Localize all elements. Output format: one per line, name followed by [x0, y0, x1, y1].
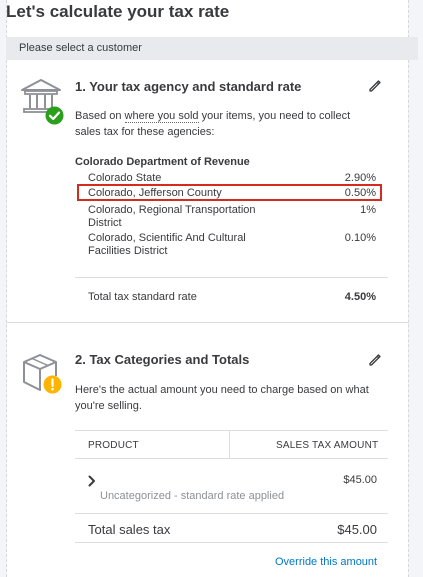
row-note: Uncategorized - standard rate applied — [100, 490, 285, 502]
table-top-border — [75, 430, 388, 431]
right-scroll-edge — [408, 0, 423, 577]
total-rate-label: Total tax standard rate — [88, 291, 197, 303]
chevron-right-icon[interactable] — [87, 474, 97, 487]
customer-select-label: Please select a customer — [19, 42, 142, 54]
table-header-border — [75, 458, 388, 459]
warning-circle-icon — [43, 375, 62, 394]
agency-name: Colorado Department of Revenue — [75, 156, 250, 168]
agency-description-line2: sales tax for these agencies: — [75, 126, 215, 138]
rate-value: 1% — [360, 204, 376, 216]
rate-name: Colorado, Regional Transportation Distri… — [88, 204, 256, 229]
total-sales-tax-value: $45.00 — [337, 522, 377, 537]
categories-section-title: 2. Tax Categories and Totals — [75, 352, 250, 367]
divider — [75, 277, 388, 278]
divider — [75, 542, 388, 543]
pencil-icon[interactable] — [367, 351, 383, 367]
left-page-edge — [0, 0, 7, 577]
total-rate-value: 4.50% — [344, 291, 376, 303]
categories-description-line2: you're selling. — [75, 400, 142, 412]
override-amount-link[interactable]: Override this amount — [275, 556, 377, 568]
sales-tax-column-header: SALES TAX AMOUNT — [276, 440, 379, 451]
section-divider — [6, 322, 409, 323]
divider — [75, 513, 388, 514]
total-sales-tax-label: Total sales tax — [88, 522, 171, 537]
page-title: Let's calculate your tax rate — [6, 2, 230, 21]
agency-description-suffix: your items, you need to collect — [198, 110, 351, 122]
check-circle-icon — [45, 106, 64, 125]
customer-select[interactable]: Please select a customer — [6, 37, 418, 60]
pencil-icon[interactable] — [367, 77, 383, 93]
agency-section-title: 1. Your tax agency and standard rate — [75, 79, 302, 94]
categories-description: Here's the actual amount you need to cha… — [75, 382, 405, 414]
column-divider — [229, 430, 230, 458]
rate-name: Colorado, Scientific And Cultural Facili… — [88, 232, 246, 257]
agency-description: Based on where you sold your items, you … — [75, 108, 395, 140]
categories-description-line1: Here's the actual amount you need to cha… — [75, 384, 369, 396]
where-you-sold-link[interactable]: where you sold — [124, 110, 199, 123]
highlight-box — [77, 184, 382, 201]
agency-description-prefix: Based on — [75, 110, 125, 122]
row-amount: $45.00 — [343, 474, 377, 486]
rate-value: 0.10% — [344, 232, 376, 244]
product-column-header: PRODUCT — [88, 440, 139, 451]
